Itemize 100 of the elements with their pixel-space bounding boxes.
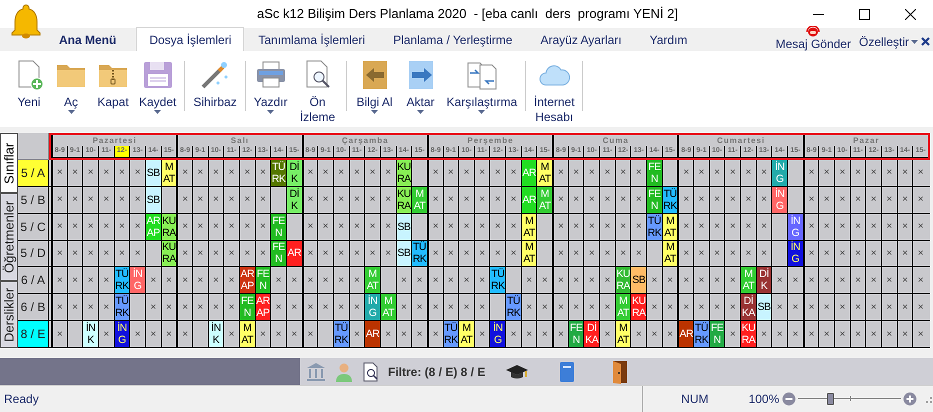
blocked-slot[interactable]: ×	[238, 214, 255, 241]
blocked-slot[interactable]: ×	[458, 186, 474, 214]
blocked-slot[interactable]: ×	[881, 321, 897, 348]
blocked-slot[interactable]: ×	[442, 186, 458, 214]
blocked-slot[interactable]: ×	[865, 240, 882, 268]
blocked-slot[interactable]: ×	[850, 186, 866, 214]
blocked-slot[interactable]: ×	[208, 214, 224, 241]
lesson-card[interactable]: FEN	[708, 321, 724, 348]
blocked-slot[interactable]: ×	[66, 240, 82, 268]
blocked-slot[interactable]: ×	[458, 160, 474, 187]
blocked-slot[interactable]: ×	[426, 294, 443, 322]
blocked-slot[interactable]: ×	[756, 214, 772, 241]
blocked-slot[interactable]: ×	[364, 214, 380, 241]
blocked-slot[interactable]: ×	[599, 214, 615, 241]
ribbon-button[interactable]: Bilgi Al	[350, 59, 400, 114]
blocked-slot[interactable]: ×	[332, 214, 349, 241]
blocked-slot[interactable]: ×	[896, 240, 912, 268]
blocked-slot[interactable]: ×	[850, 294, 866, 322]
blocked-slot[interactable]: ×	[129, 240, 145, 268]
blocked-slot[interactable]: ×	[98, 240, 114, 268]
blocked-slot[interactable]: ×	[568, 160, 584, 187]
lesson-card[interactable]: TÜRK	[693, 321, 709, 348]
lesson-card[interactable]: SB	[396, 214, 412, 241]
lesson-card[interactable]: AR	[364, 321, 380, 348]
blocked-slot[interactable]: ×	[693, 267, 709, 294]
blocked-slot[interactable]: ×	[51, 321, 67, 348]
blocked-slot[interactable]: ×	[254, 321, 270, 348]
blocked-slot[interactable]: ×	[802, 294, 818, 322]
blocked-slot[interactable]: ×	[302, 294, 318, 322]
blocked-slot[interactable]: ×	[850, 321, 866, 348]
blocked-slot[interactable]: ×	[646, 267, 662, 294]
ribbon-tab[interactable]: Tanımlama İşlemleri	[244, 28, 380, 51]
blocked-slot[interactable]: ×	[332, 240, 349, 268]
blocked-slot[interactable]: ×	[708, 267, 724, 294]
blocked-slot[interactable]: ×	[223, 214, 239, 241]
blocked-slot[interactable]: ×	[348, 294, 364, 322]
blocked-slot[interactable]: ×	[270, 321, 286, 348]
blocked-slot[interactable]: ×	[724, 267, 740, 294]
lesson-card[interactable]: TÜRK	[114, 294, 130, 322]
blocked-slot[interactable]: ×	[677, 240, 694, 268]
blocked-slot[interactable]: ×	[552, 321, 568, 348]
blocked-slot[interactable]: ×	[114, 240, 130, 268]
blocked-slot[interactable]: ×	[254, 160, 270, 187]
blocked-slot[interactable]: ×	[426, 321, 443, 348]
blocked-slot[interactable]: ×	[740, 240, 756, 268]
blocked-slot[interactable]: ×	[192, 214, 208, 241]
blocked-slot[interactable]: ×	[802, 267, 818, 294]
blocked-slot[interactable]: ×	[552, 267, 568, 294]
lesson-card[interactable]: KURA	[396, 160, 412, 187]
blocked-slot[interactable]: ×	[865, 160, 882, 187]
blocked-slot[interactable]: ×	[552, 240, 568, 268]
blocked-slot[interactable]: ×	[223, 321, 239, 348]
blocked-slot[interactable]: ×	[568, 294, 584, 322]
blocked-slot[interactable]: ×	[208, 267, 224, 294]
document-search-icon[interactable]	[362, 362, 380, 382]
blocked-slot[interactable]: ×	[66, 214, 82, 241]
blocked-slot[interactable]: ×	[160, 321, 176, 348]
blocked-slot[interactable]: ×	[599, 321, 615, 348]
blocked-slot[interactable]: ×	[160, 267, 176, 294]
blocked-slot[interactable]: ×	[66, 267, 82, 294]
lesson-card[interactable]: İNG	[489, 321, 506, 348]
blocked-slot[interactable]: ×	[458, 240, 474, 268]
blocked-slot[interactable]: ×	[51, 214, 67, 241]
blocked-slot[interactable]: ×	[802, 214, 818, 241]
blocked-slot[interactable]: ×	[302, 214, 318, 241]
blocked-slot[interactable]: ×	[865, 214, 882, 241]
lesson-card[interactable]: SB	[144, 186, 161, 214]
blocked-slot[interactable]: ×	[442, 267, 458, 294]
blocked-slot[interactable]: ×	[677, 294, 694, 322]
lesson-card[interactable]: AR	[677, 321, 694, 348]
zoom-slider[interactable]	[798, 392, 902, 406]
lesson-card[interactable]: DİK	[286, 186, 302, 214]
blocked-slot[interactable]: ×	[881, 186, 897, 214]
blocked-slot[interactable]: ×	[208, 294, 224, 322]
blocked-slot[interactable]: ×	[881, 214, 897, 241]
blocked-slot[interactable]: ×	[98, 294, 114, 322]
blocked-slot[interactable]: ×	[677, 160, 694, 187]
blocked-slot[interactable]: ×	[254, 214, 270, 241]
blocked-slot[interactable]: ×	[317, 214, 333, 241]
blocked-slot[interactable]: ×	[98, 160, 114, 187]
blocked-slot[interactable]: ×	[98, 186, 114, 214]
blocked-slot[interactable]: ×	[82, 160, 98, 187]
blocked-slot[interactable]: ×	[114, 160, 130, 187]
lesson-card[interactable]: SB	[630, 267, 646, 294]
blocked-slot[interactable]: ×	[677, 186, 694, 214]
blocked-slot[interactable]: ×	[317, 294, 333, 322]
blocked-slot[interactable]: ×	[302, 186, 318, 214]
blocked-slot[interactable]: ×	[82, 214, 98, 241]
blocked-slot[interactable]: ×	[834, 267, 850, 294]
blocked-slot[interactable]: ×	[270, 267, 286, 294]
ribbon-button[interactable]: Ön İzleme	[292, 59, 343, 125]
blocked-slot[interactable]: ×	[552, 160, 568, 187]
lesson-card[interactable]: SB	[396, 240, 412, 268]
blocked-slot[interactable]: ×	[426, 186, 443, 214]
blocked-slot[interactable]: ×	[426, 160, 443, 187]
blocked-slot[interactable]: ×	[850, 160, 866, 187]
blocked-slot[interactable]: ×	[489, 186, 506, 214]
blocked-slot[interactable]: ×	[818, 267, 834, 294]
blocked-slot[interactable]: ×	[693, 240, 709, 268]
blocked-slot[interactable]: ×	[818, 294, 834, 322]
